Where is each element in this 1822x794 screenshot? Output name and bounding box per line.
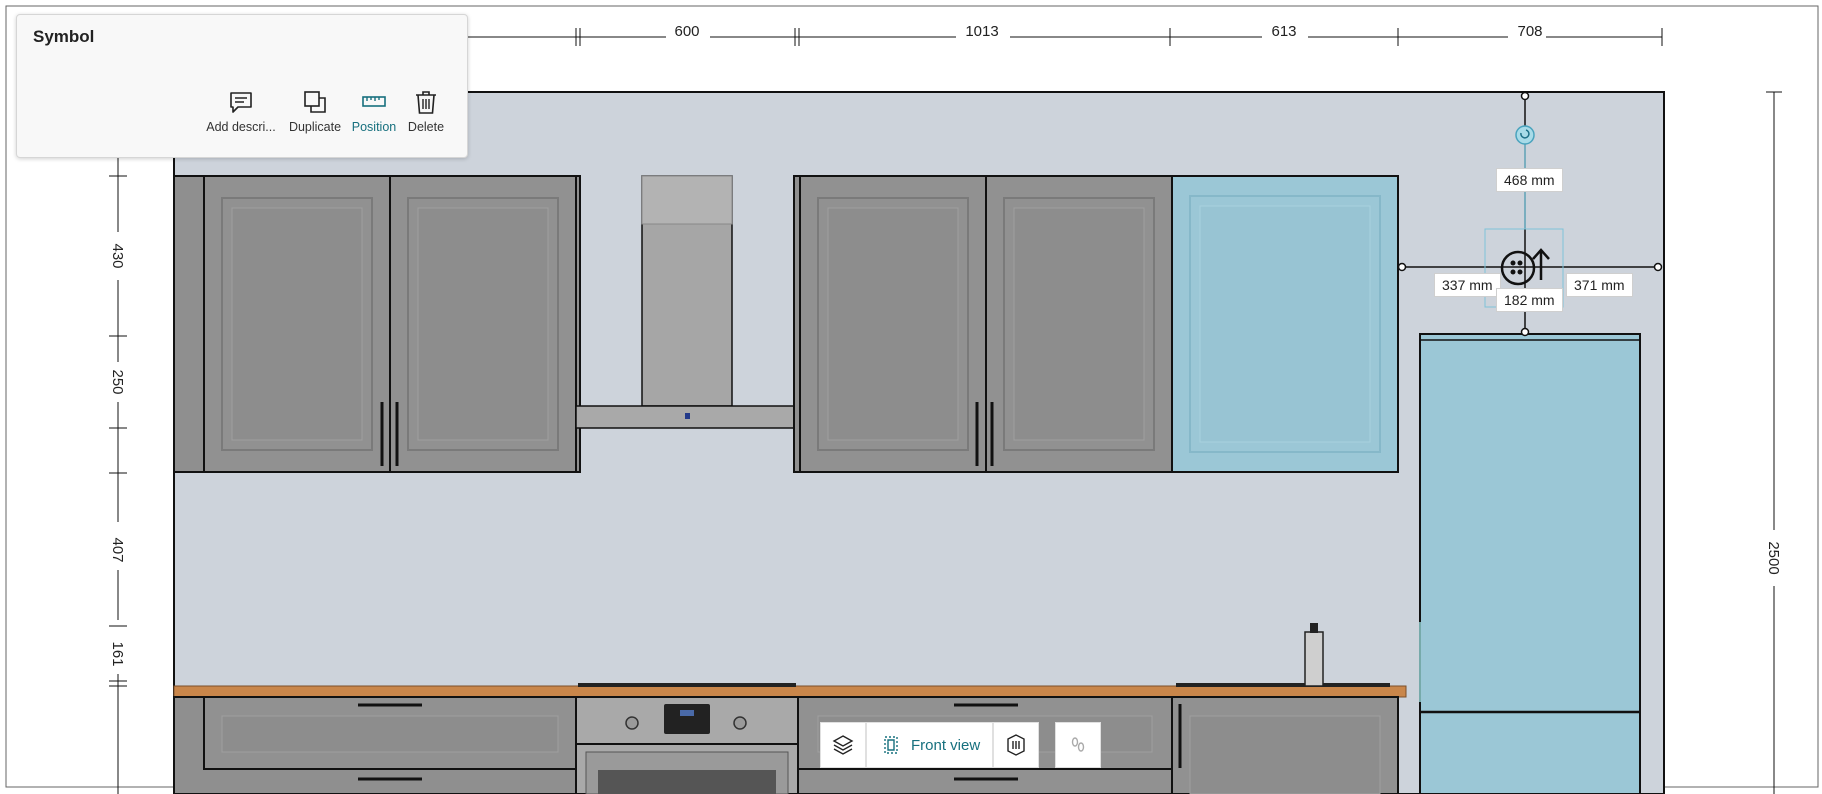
panel-title: Symbol <box>33 27 95 46</box>
sink-rim <box>1176 683 1390 687</box>
top-dim-4: 708 <box>1517 23 1542 40</box>
front-view-label: Front view <box>911 736 981 754</box>
faucet[interactable] <box>1304 623 1324 687</box>
elevation-view-button[interactable] <box>993 722 1040 768</box>
3d-view-icon <box>832 735 854 755</box>
left-dim-4: 161 <box>109 641 126 666</box>
right-dim: 2500 <box>1765 541 1782 574</box>
measure-right[interactable]: 371 mm <box>1566 273 1633 297</box>
measure-below[interactable]: 182 mm <box>1496 288 1563 312</box>
cooktop <box>578 683 796 687</box>
duplicate-icon <box>304 91 326 113</box>
top-dimension-line <box>468 28 1663 46</box>
fridge[interactable] <box>1419 333 1641 794</box>
comment-icon <box>230 92 252 113</box>
front-view-button[interactable]: Front view <box>866 722 994 768</box>
top-dim-2: 1013 <box>965 23 998 40</box>
walk-mode-button[interactable] <box>1055 722 1102 768</box>
left-dim-2: 250 <box>109 369 126 394</box>
ruler-icon <box>362 96 386 107</box>
countertop[interactable] <box>173 685 1407 698</box>
top-dim-3: 613 <box>1271 23 1296 40</box>
top-dim-1: 600 <box>674 23 699 40</box>
add-description-label: Add descri... <box>206 120 276 134</box>
base-cabinet-left[interactable] <box>173 696 577 794</box>
delete-button[interactable]: Delete <box>386 89 466 134</box>
left-dim-1: 430 <box>109 243 126 268</box>
upper-cabinet-selected[interactable] <box>1171 175 1399 473</box>
add-description-button[interactable]: Add descri... <box>201 89 281 134</box>
right-dimension-line <box>1766 91 1782 794</box>
trash-icon <box>416 91 436 114</box>
left-dim-3: 407 <box>109 537 126 562</box>
oven[interactable] <box>575 696 799 794</box>
base-cabinet-sink[interactable] <box>1171 696 1399 794</box>
footprints-icon <box>1071 737 1085 752</box>
upper-cabinet-middle[interactable] <box>793 175 1175 473</box>
view-toolbar: Front view <box>820 722 1102 768</box>
symbol-panel: Symbol Add descri... Duplicate Position <box>16 14 468 158</box>
measure-left[interactable]: 337 mm <box>1434 273 1501 297</box>
upper-cabinet-left[interactable] <box>173 175 581 473</box>
delete-label: Delete <box>407 120 445 134</box>
front-view-icon <box>884 736 898 754</box>
measure-above[interactable]: 468 mm <box>1496 168 1563 192</box>
elevation-view-icon <box>1007 734 1025 756</box>
3d-view-button[interactable] <box>820 722 866 768</box>
